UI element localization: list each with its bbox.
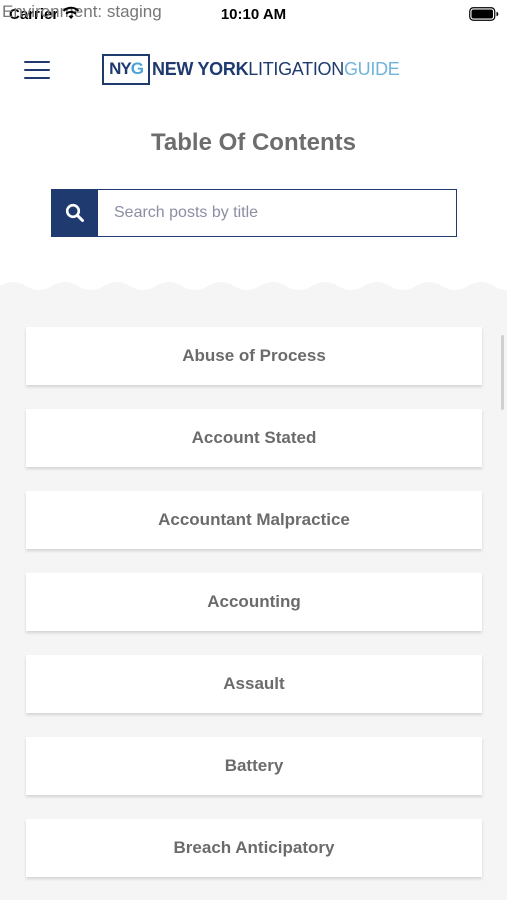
status-time: 10:10 AM (220, 6, 287, 23)
status-bar: Carrier Environment: staging 10:10 AM (0, 0, 507, 28)
battery-icon (469, 7, 499, 21)
toc-item-account-stated[interactable]: Account Stated (26, 409, 482, 467)
hamburger-menu-icon (24, 61, 50, 63)
toc-item-accounting[interactable]: Accounting (26, 573, 482, 631)
toc-list: Abuse of Process Account Stated Accounta… (26, 327, 482, 900)
toc-item-assault[interactable]: Assault (26, 655, 482, 713)
scroll-indicator[interactable] (501, 335, 504, 410)
toc-item-abuse-of-process[interactable]: Abuse of Process (26, 327, 482, 385)
app-header: NY G NEW YORKLITIGATIONGUIDE (0, 44, 507, 92)
search-input[interactable] (98, 190, 456, 236)
page-title: Table Of Contents (151, 129, 356, 156)
logo-wordmark: NEW YORKLITIGATIONGUIDE (152, 58, 400, 79)
logo-mark: NY G (102, 53, 150, 85)
search-bar (51, 189, 457, 237)
toc-item-breach-anticipatory[interactable]: Breach Anticipatory (26, 819, 482, 877)
menu-button[interactable] (22, 58, 52, 82)
search-icon (65, 203, 84, 222)
site-logo[interactable]: NY G NEW YORKLITIGATIONGUIDE (102, 52, 400, 86)
search-button[interactable] (52, 190, 98, 236)
toc-item-battery[interactable]: Battery (26, 737, 482, 795)
toc-item-accountant-malpractice[interactable]: Accountant Malpractice (26, 491, 482, 549)
app-screen: Carrier Environment: staging 10:10 AM NY… (0, 0, 507, 900)
